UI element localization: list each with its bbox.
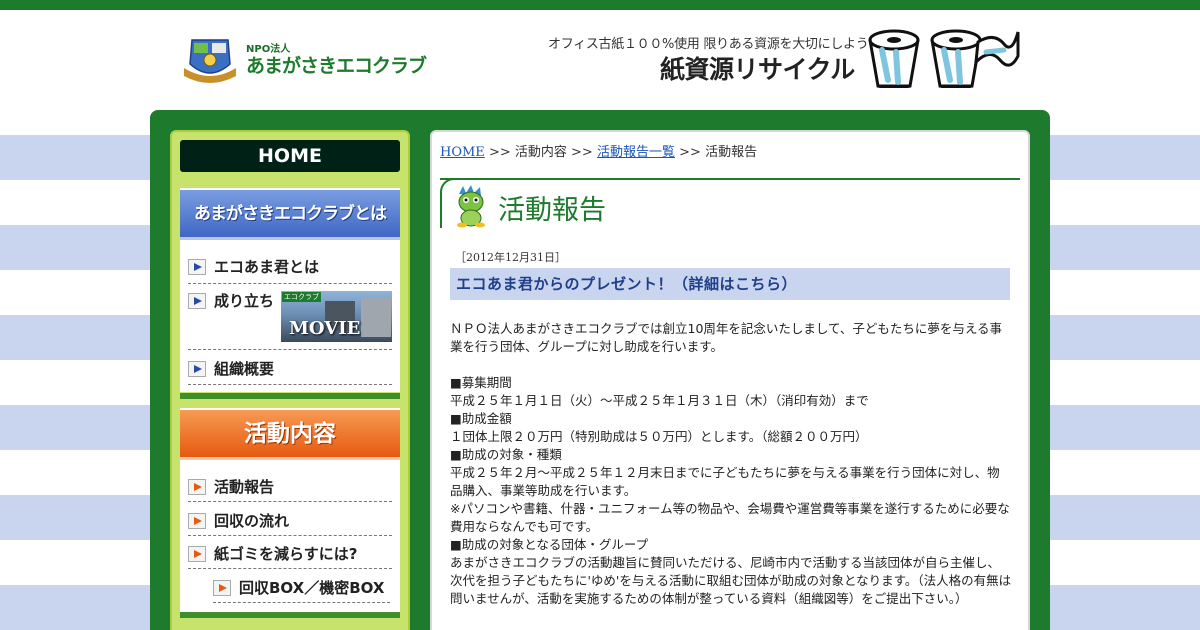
arrow-right-icon — [188, 292, 206, 309]
body-line: ■助成金額 — [450, 411, 512, 426]
sidebar-item-label: エコあま君とは — [214, 258, 320, 276]
arrow-right-icon — [188, 545, 206, 562]
sidebar-item-reduce-waste[interactable]: 紙ゴミを減らすには? — [188, 543, 392, 569]
movie-label: MOVIE — [289, 318, 361, 339]
body-line — [450, 356, 1012, 374]
site-logo[interactable]: NPO法人 あまがさきエコクラブ — [182, 34, 427, 84]
sidebar-item-activity-report[interactable]: 活動報告 — [188, 476, 392, 502]
sidebar-item-label: 回収の流れ — [214, 512, 290, 530]
body-line: １団体上限２０万円（特別助成は５０万円）とします。（総額２００万円） — [450, 429, 868, 444]
title-rule — [440, 178, 1020, 180]
movie-badge: エコクラブ — [282, 292, 321, 302]
movie-thumbnail[interactable]: エコクラブ MOVIE — [281, 291, 392, 342]
header-title: 紙資源リサイクル — [660, 55, 855, 84]
home-button[interactable]: HOME — [180, 140, 400, 172]
arrow-right-icon — [188, 478, 206, 495]
breadcrumb-separator: >> — [571, 145, 593, 160]
body-line: ■助成の対象・種類 — [450, 447, 562, 462]
sidebar-item-label: 成り立ち — [214, 292, 275, 310]
arrow-right-icon — [188, 512, 206, 529]
page-title: 活動報告 — [498, 195, 606, 226]
body-line: あまがさきエコクラブの活動趣旨に賛同いただける、尼崎市内で活動する当該団体が自ら… — [450, 555, 1012, 606]
breadcrumb-separator: >> — [488, 145, 511, 160]
activity-header[interactable]: 活動内容 — [180, 410, 400, 460]
movie-scene-wall — [361, 297, 391, 337]
sidebar-item-label: 回収BOX／機密BOX — [239, 579, 385, 597]
breadcrumb: HOME >> 活動内容 >> 活動報告一覧 >> 活動報告 — [440, 141, 757, 160]
mascot-icon — [457, 185, 485, 228]
sidebar-item-ecoama[interactable]: エコあま君とは — [188, 256, 392, 284]
sidebar-item-organization[interactable]: 組織概要 — [188, 358, 392, 385]
body-line: ■募集期間 — [450, 375, 512, 390]
about-header[interactable]: あまがさきエコクラブとは — [180, 190, 400, 240]
body-line: 平成２５年１月１日（火）～平成２５年１月３１日（木）（消印有効）まで — [450, 393, 869, 408]
sidebar-item-label: 組織概要 — [214, 360, 275, 378]
sidebar-item-label: 活動報告 — [214, 478, 275, 496]
arrow-right-icon — [188, 258, 206, 275]
breadcrumb-home-link[interactable]: HOME — [440, 145, 485, 160]
sidebar-separator — [180, 612, 400, 618]
logo-name: あまがさきエコクラブ — [246, 55, 427, 77]
breadcrumb-current: 活動報告 — [705, 145, 758, 160]
arrow-right-icon — [188, 360, 206, 377]
body-line: ■助成の対象となる団体・グループ — [450, 537, 649, 552]
sidebar-item-collection-flow[interactable]: 回収の流れ — [188, 510, 392, 536]
body-line: 平成２５年２月～平成２５年１２月末日までに子どもたちに夢を与える事業を行う団体に… — [450, 465, 1000, 498]
breadcrumb-activity: 活動内容 — [514, 145, 567, 160]
sidebar-item-label: 紙ゴミを減らすには? — [214, 545, 358, 563]
sidebar-separator — [180, 393, 400, 399]
body-line: ※パソコンや書籍、什器・ユニフォーム等の物品や、会場費や運営費等事業を遂行するた… — [450, 501, 1010, 534]
body-line: ＮＰＯ法人あまがさきエコクラブでは創立10周年を記念いたしまして、子どもたちに夢… — [450, 321, 1003, 354]
paper-rolls-icon — [868, 29, 1020, 88]
top-bar — [0, 0, 1200, 10]
post-date: ［2012年12月31日］ — [455, 251, 566, 264]
post-body: ＮＰＯ法人あまがさきエコクラブでは創立10周年を記念いたしまして、子どもたちに夢… — [450, 320, 1012, 608]
post-title[interactable]: エコあま君からのプレゼント！（詳細はこちら） — [450, 268, 1010, 300]
breadcrumb-list-link[interactable]: 活動報告一覧 — [597, 145, 675, 160]
club-emblem-icon — [184, 39, 236, 83]
arrow-right-icon — [213, 579, 231, 596]
sidebar-item-collection-box[interactable]: 回収BOX／機密BOX — [213, 577, 390, 603]
breadcrumb-separator: >> — [679, 145, 701, 160]
